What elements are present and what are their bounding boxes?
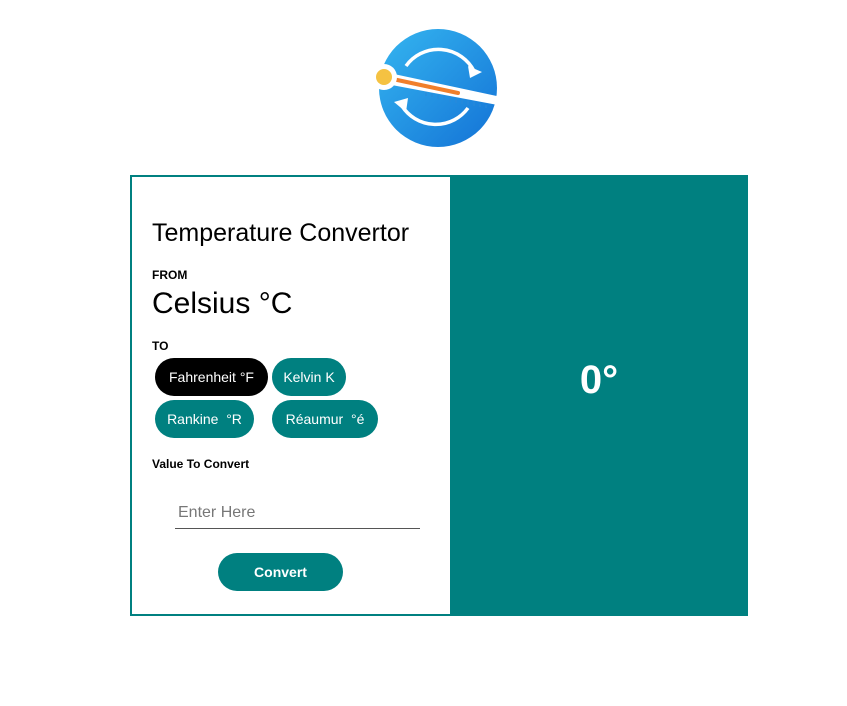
result-panel: 0° <box>450 175 748 616</box>
from-unit: Celsius °C <box>152 287 293 320</box>
unit-button-kelvin[interactable]: Kelvin K <box>272 358 346 396</box>
unit-button-reaumur[interactable]: Réaumur °é <box>272 400 378 438</box>
converter-card: Temperature Convertor FROM Celsius °C TO… <box>130 175 748 616</box>
result-value: 0° <box>579 358 619 402</box>
unit-button-fahrenheit[interactable]: Fahrenheit °F <box>155 358 268 396</box>
app-logo <box>366 26 506 150</box>
convert-button[interactable]: Convert <box>218 553 343 591</box>
from-label: FROM <box>152 268 188 282</box>
value-label: Value To Convert <box>152 457 250 471</box>
value-input[interactable] <box>175 497 420 529</box>
converter-form: Temperature Convertor FROM Celsius °C TO… <box>132 177 450 614</box>
unit-button-rankine[interactable]: Rankine °R <box>155 400 254 438</box>
to-label: TO <box>152 339 169 353</box>
thermometer-refresh-logo-icon <box>371 29 506 147</box>
page-title: Temperature Convertor <box>152 219 410 247</box>
